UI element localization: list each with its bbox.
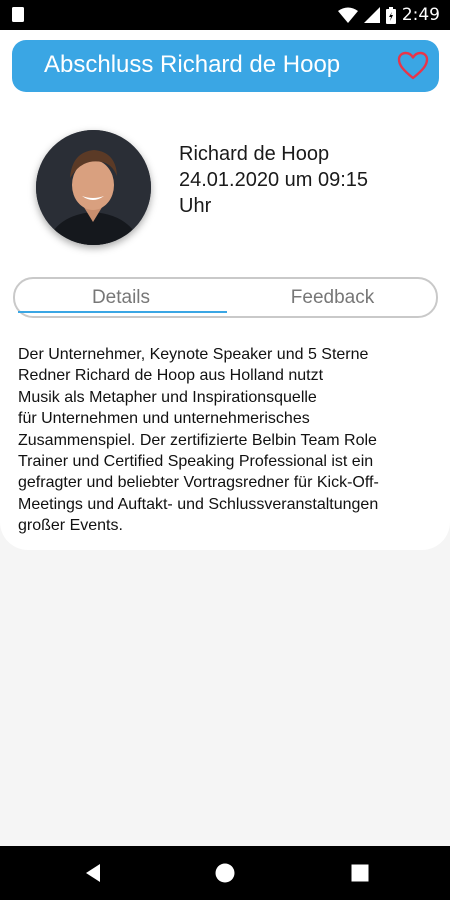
event-info: Richard de Hoop 24.01.2020 um 09:15 Uhr xyxy=(179,141,419,219)
recents-icon[interactable] xyxy=(349,862,371,884)
description-line: großer Events. xyxy=(18,517,123,535)
speaker-portrait xyxy=(36,130,151,245)
description-line: Zusammenspiel. Der zertifizierte Belbin … xyxy=(18,431,377,449)
page-title: Abschluss Richard de Hoop xyxy=(44,51,341,78)
battery-icon xyxy=(385,6,396,24)
wifi-icon xyxy=(337,7,358,23)
description-line: für Unternehmen und unternehmerisches xyxy=(18,410,310,428)
description-line: Der Unternehmer, Keynote Speaker und 5 S… xyxy=(18,346,369,363)
heart-icon[interactable] xyxy=(397,50,429,82)
description-line: Redner Richard de Hoop aus Holland nutzt xyxy=(18,367,324,385)
tab-feedback[interactable]: Feedback xyxy=(227,279,438,316)
description-line: Meetings und Auftakt- und Schlussveranst… xyxy=(18,495,379,513)
status-bar: 2:49 xyxy=(0,0,450,30)
description-line: Musik als Metapher und Inspirationsquell… xyxy=(18,388,317,406)
event-date: 24.01.2020 um 09:15 xyxy=(179,169,369,191)
description-line: Trainer und Certified Speaking Professio… xyxy=(18,453,374,471)
tab-bar: Details Feedback xyxy=(13,277,438,318)
event-description: Der Unternehmer, Keynote Speaker und 5 S… xyxy=(18,344,438,537)
avatar xyxy=(36,130,151,245)
notification-icon xyxy=(12,7,24,22)
description-line: gefragter und beliebter Vortragsredner f… xyxy=(18,474,379,492)
back-icon[interactable] xyxy=(82,862,104,884)
status-icons: 2:49 xyxy=(337,5,440,25)
navigation-bar xyxy=(0,846,450,900)
home-icon[interactable] xyxy=(214,862,236,884)
signal-icon xyxy=(363,7,380,23)
clock: 2:49 xyxy=(401,5,440,25)
event-date-suffix: Uhr xyxy=(179,195,212,217)
speaker-name: Richard de Hoop xyxy=(179,143,330,165)
active-tab-indicator xyxy=(18,311,227,313)
header-bar: Abschluss Richard de Hoop xyxy=(12,40,439,92)
